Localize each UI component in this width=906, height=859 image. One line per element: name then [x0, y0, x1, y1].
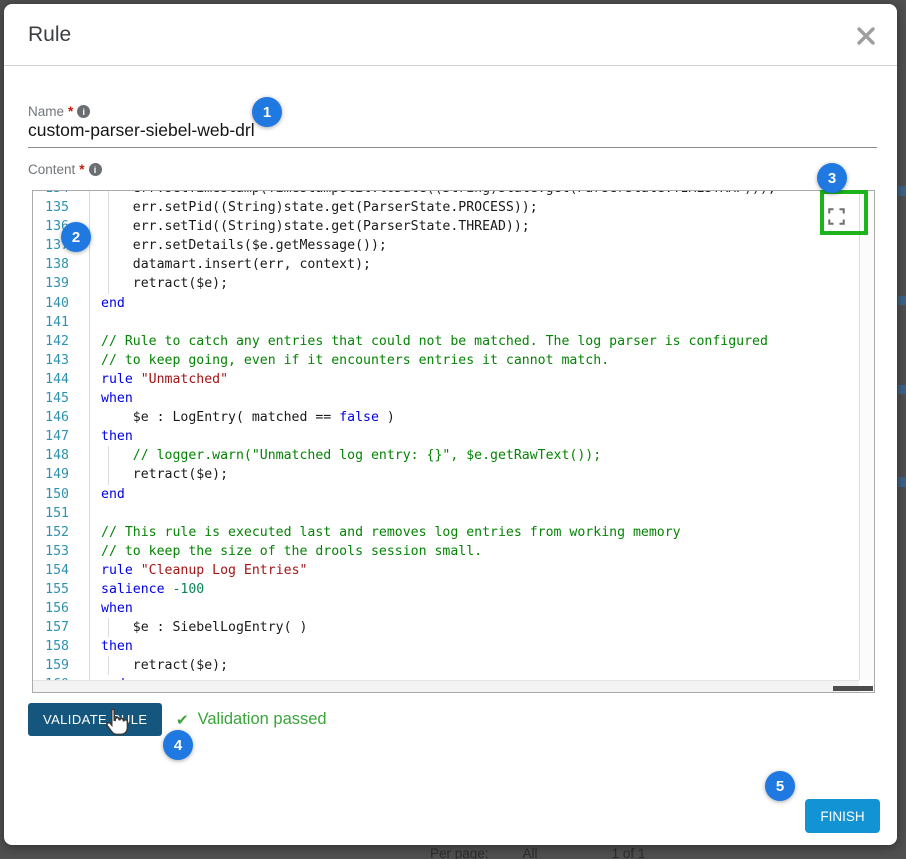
info-icon[interactable]: i — [89, 163, 102, 176]
code-line: 145when — [33, 389, 859, 408]
line-number: 156 — [33, 599, 89, 618]
validation-message: Validation passed — [198, 710, 327, 729]
required-asterisk: * — [79, 162, 84, 177]
line-number: 148 — [33, 446, 89, 465]
pagination-text: 1 of 1 — [612, 846, 646, 859]
code-line: 143// to keep going, even if it encounte… — [33, 351, 859, 370]
line-number: 135 — [33, 198, 89, 217]
line-number: 143 — [33, 351, 89, 370]
line-number: 158 — [33, 637, 89, 656]
code-line: 144rule "Unmatched" — [33, 370, 859, 389]
screen: Per page: All 1 of 1 Rule Name * i Content… — [0, 0, 906, 859]
line-number: 151 — [33, 504, 89, 523]
vertical-scrollbar[interactable] — [859, 191, 874, 680]
horizontal-scrollbar[interactable] — [33, 680, 859, 692]
line-number: 134 — [33, 190, 89, 198]
validation-status: ✔ Validation passed — [176, 710, 327, 729]
dialog-title: Rule — [28, 23, 71, 47]
code-line: 134 err.setTimestamp(TimestampUtil.toDat… — [33, 190, 859, 198]
line-number: 144 — [33, 370, 89, 389]
expand-icon-highlight — [820, 190, 868, 235]
code-line: 135 err.setPid((String)state.get(ParserS… — [33, 198, 859, 217]
dialog-header: Rule — [4, 4, 897, 66]
code-line: 152// This rule is executed last and rem… — [33, 523, 859, 542]
line-number: 140 — [33, 294, 89, 313]
check-icon: ✔ — [176, 711, 189, 729]
line-number: 150 — [33, 485, 89, 504]
code-line: 147then — [33, 427, 859, 446]
background-link-fragment — [898, 186, 906, 196]
annotation-badge-2: 2 — [61, 222, 91, 252]
line-number: 138 — [33, 255, 89, 274]
line-number: 149 — [33, 465, 89, 484]
code-line: 137 err.setDetails($e.getMessage()); — [33, 236, 859, 255]
per-page-value: All — [523, 846, 538, 859]
finish-button[interactable]: FINISH — [805, 799, 880, 833]
code-line: 139 retract($e); — [33, 274, 859, 293]
content-label-text: Content — [28, 162, 75, 177]
info-icon[interactable]: i — [77, 105, 90, 118]
code-line: 156when — [33, 599, 859, 618]
code-line: 159 retract($e); — [33, 656, 859, 675]
line-number: 139 — [33, 274, 89, 293]
code-line: 153// to keep the size of the drools ses… — [33, 542, 859, 561]
rule-dialog: Rule Name * i Content * i 134 err.setTimesta… — [4, 4, 897, 845]
code-line: 149 retract($e); — [33, 465, 859, 484]
name-input[interactable] — [28, 120, 877, 148]
line-number: 145 — [33, 389, 89, 408]
code-line: 158then — [33, 637, 859, 656]
name-label: Name * i — [28, 104, 90, 119]
line-number: 154 — [33, 561, 89, 580]
annotation-badge-4: 4 — [163, 730, 193, 760]
background-pagination-row: Per page: All 1 of 1 — [430, 846, 645, 859]
code-line: 154rule "Cleanup Log Entries" — [33, 561, 859, 580]
code-line: 136 err.setTid((String)state.get(ParserS… — [33, 217, 859, 236]
name-label-text: Name — [28, 104, 64, 119]
code-line: 140end — [33, 294, 859, 313]
code-line: 157 $e : SiebelLogEntry( ) — [33, 618, 859, 637]
validate-rule-button[interactable]: VALIDATE RULE — [28, 703, 162, 736]
code-line: 146 $e : LogEntry( matched == false ) — [33, 408, 859, 427]
annotation-badge-1: 1 — [252, 97, 282, 127]
line-number: 146 — [33, 408, 89, 427]
background-link-fragment — [898, 477, 906, 487]
annotation-badge-3: 3 — [817, 163, 847, 193]
annotation-badge-5: 5 — [765, 771, 795, 801]
line-number: 153 — [33, 542, 89, 561]
background-link-fragment — [898, 296, 906, 305]
code-line: 142// Rule to catch any entries that cou… — [33, 332, 859, 351]
code-lines: 134 err.setTimestamp(TimestampUtil.toDat… — [33, 190, 859, 693]
horizontal-scrollbar-thumb[interactable] — [833, 686, 873, 691]
code-line: 155salience -100 — [33, 580, 859, 599]
line-number: 159 — [33, 656, 89, 675]
background-link-fragment — [898, 385, 906, 394]
line-number: 141 — [33, 313, 89, 332]
per-page-label: Per page: — [430, 846, 489, 859]
close-icon[interactable] — [855, 25, 877, 47]
hand-cursor-icon — [101, 707, 131, 744]
line-number: 142 — [33, 332, 89, 351]
code-line: 141 — [33, 313, 859, 332]
required-asterisk: * — [68, 104, 73, 119]
code-line: 148 // logger.warn("Unmatched log entry:… — [33, 446, 859, 465]
line-number: 152 — [33, 523, 89, 542]
line-number: 155 — [33, 580, 89, 599]
line-number: 157 — [33, 618, 89, 637]
line-number: 147 — [33, 427, 89, 446]
code-line: 138 datamart.insert(err, context); — [33, 255, 859, 274]
code-line: 150end — [33, 485, 859, 504]
code-editor[interactable]: 134 err.setTimestamp(TimestampUtil.toDat… — [32, 190, 875, 693]
code-line: 151 — [33, 504, 859, 523]
content-label: Content * i — [28, 162, 102, 177]
